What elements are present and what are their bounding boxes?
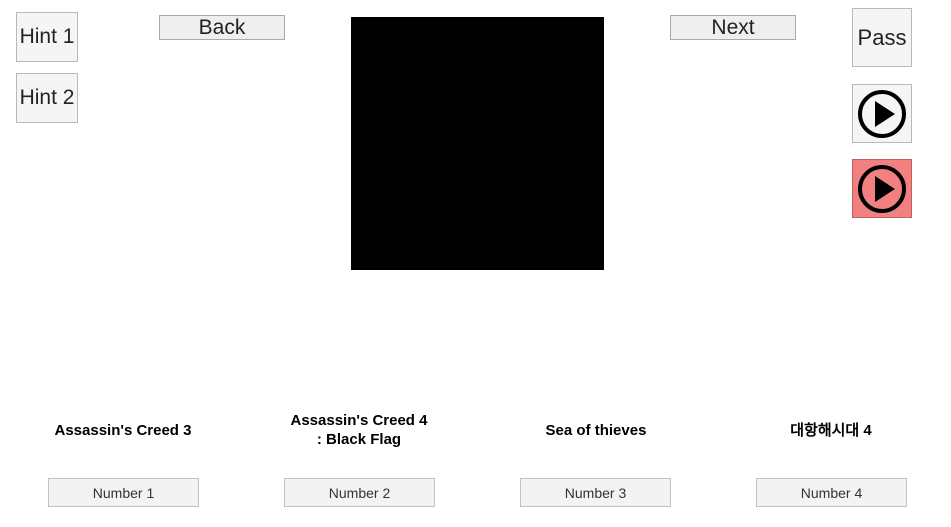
- option-title-text: Assassin's Creed 4 : Black Flag: [290, 412, 428, 448]
- pass-button[interactable]: Pass: [852, 8, 912, 67]
- option-title-1: Assassin's Creed 3: [23, 406, 223, 454]
- option-title-text: Assassin's Creed 3: [54, 421, 192, 439]
- option-title-2: Assassin's Creed 4 : Black Flag: [259, 406, 459, 454]
- hint-2-button[interactable]: Hint 2: [16, 73, 78, 123]
- option-title-text: Sea of thieves: [545, 421, 647, 439]
- back-button[interactable]: Back: [159, 15, 285, 40]
- answer-button-4[interactable]: Number 4: [756, 478, 907, 507]
- next-button[interactable]: Next: [670, 15, 796, 40]
- option-title-3: Sea of thieves: [496, 406, 696, 454]
- answer-button-2[interactable]: Number 2: [284, 478, 435, 507]
- play-circle-icon: [858, 164, 906, 213]
- play-circle-icon: [858, 89, 906, 138]
- hint-1-button[interactable]: Hint 1: [16, 12, 78, 62]
- answer-button-1[interactable]: Number 1: [48, 478, 199, 507]
- answer-button-3[interactable]: Number 3: [520, 478, 671, 507]
- option-title-text: 대항해시대 4: [790, 421, 872, 439]
- play-button[interactable]: [852, 84, 912, 143]
- media-display: [351, 17, 604, 270]
- option-title-4: 대항해시대 4: [731, 406, 931, 454]
- play-secondary-button[interactable]: [852, 159, 912, 218]
